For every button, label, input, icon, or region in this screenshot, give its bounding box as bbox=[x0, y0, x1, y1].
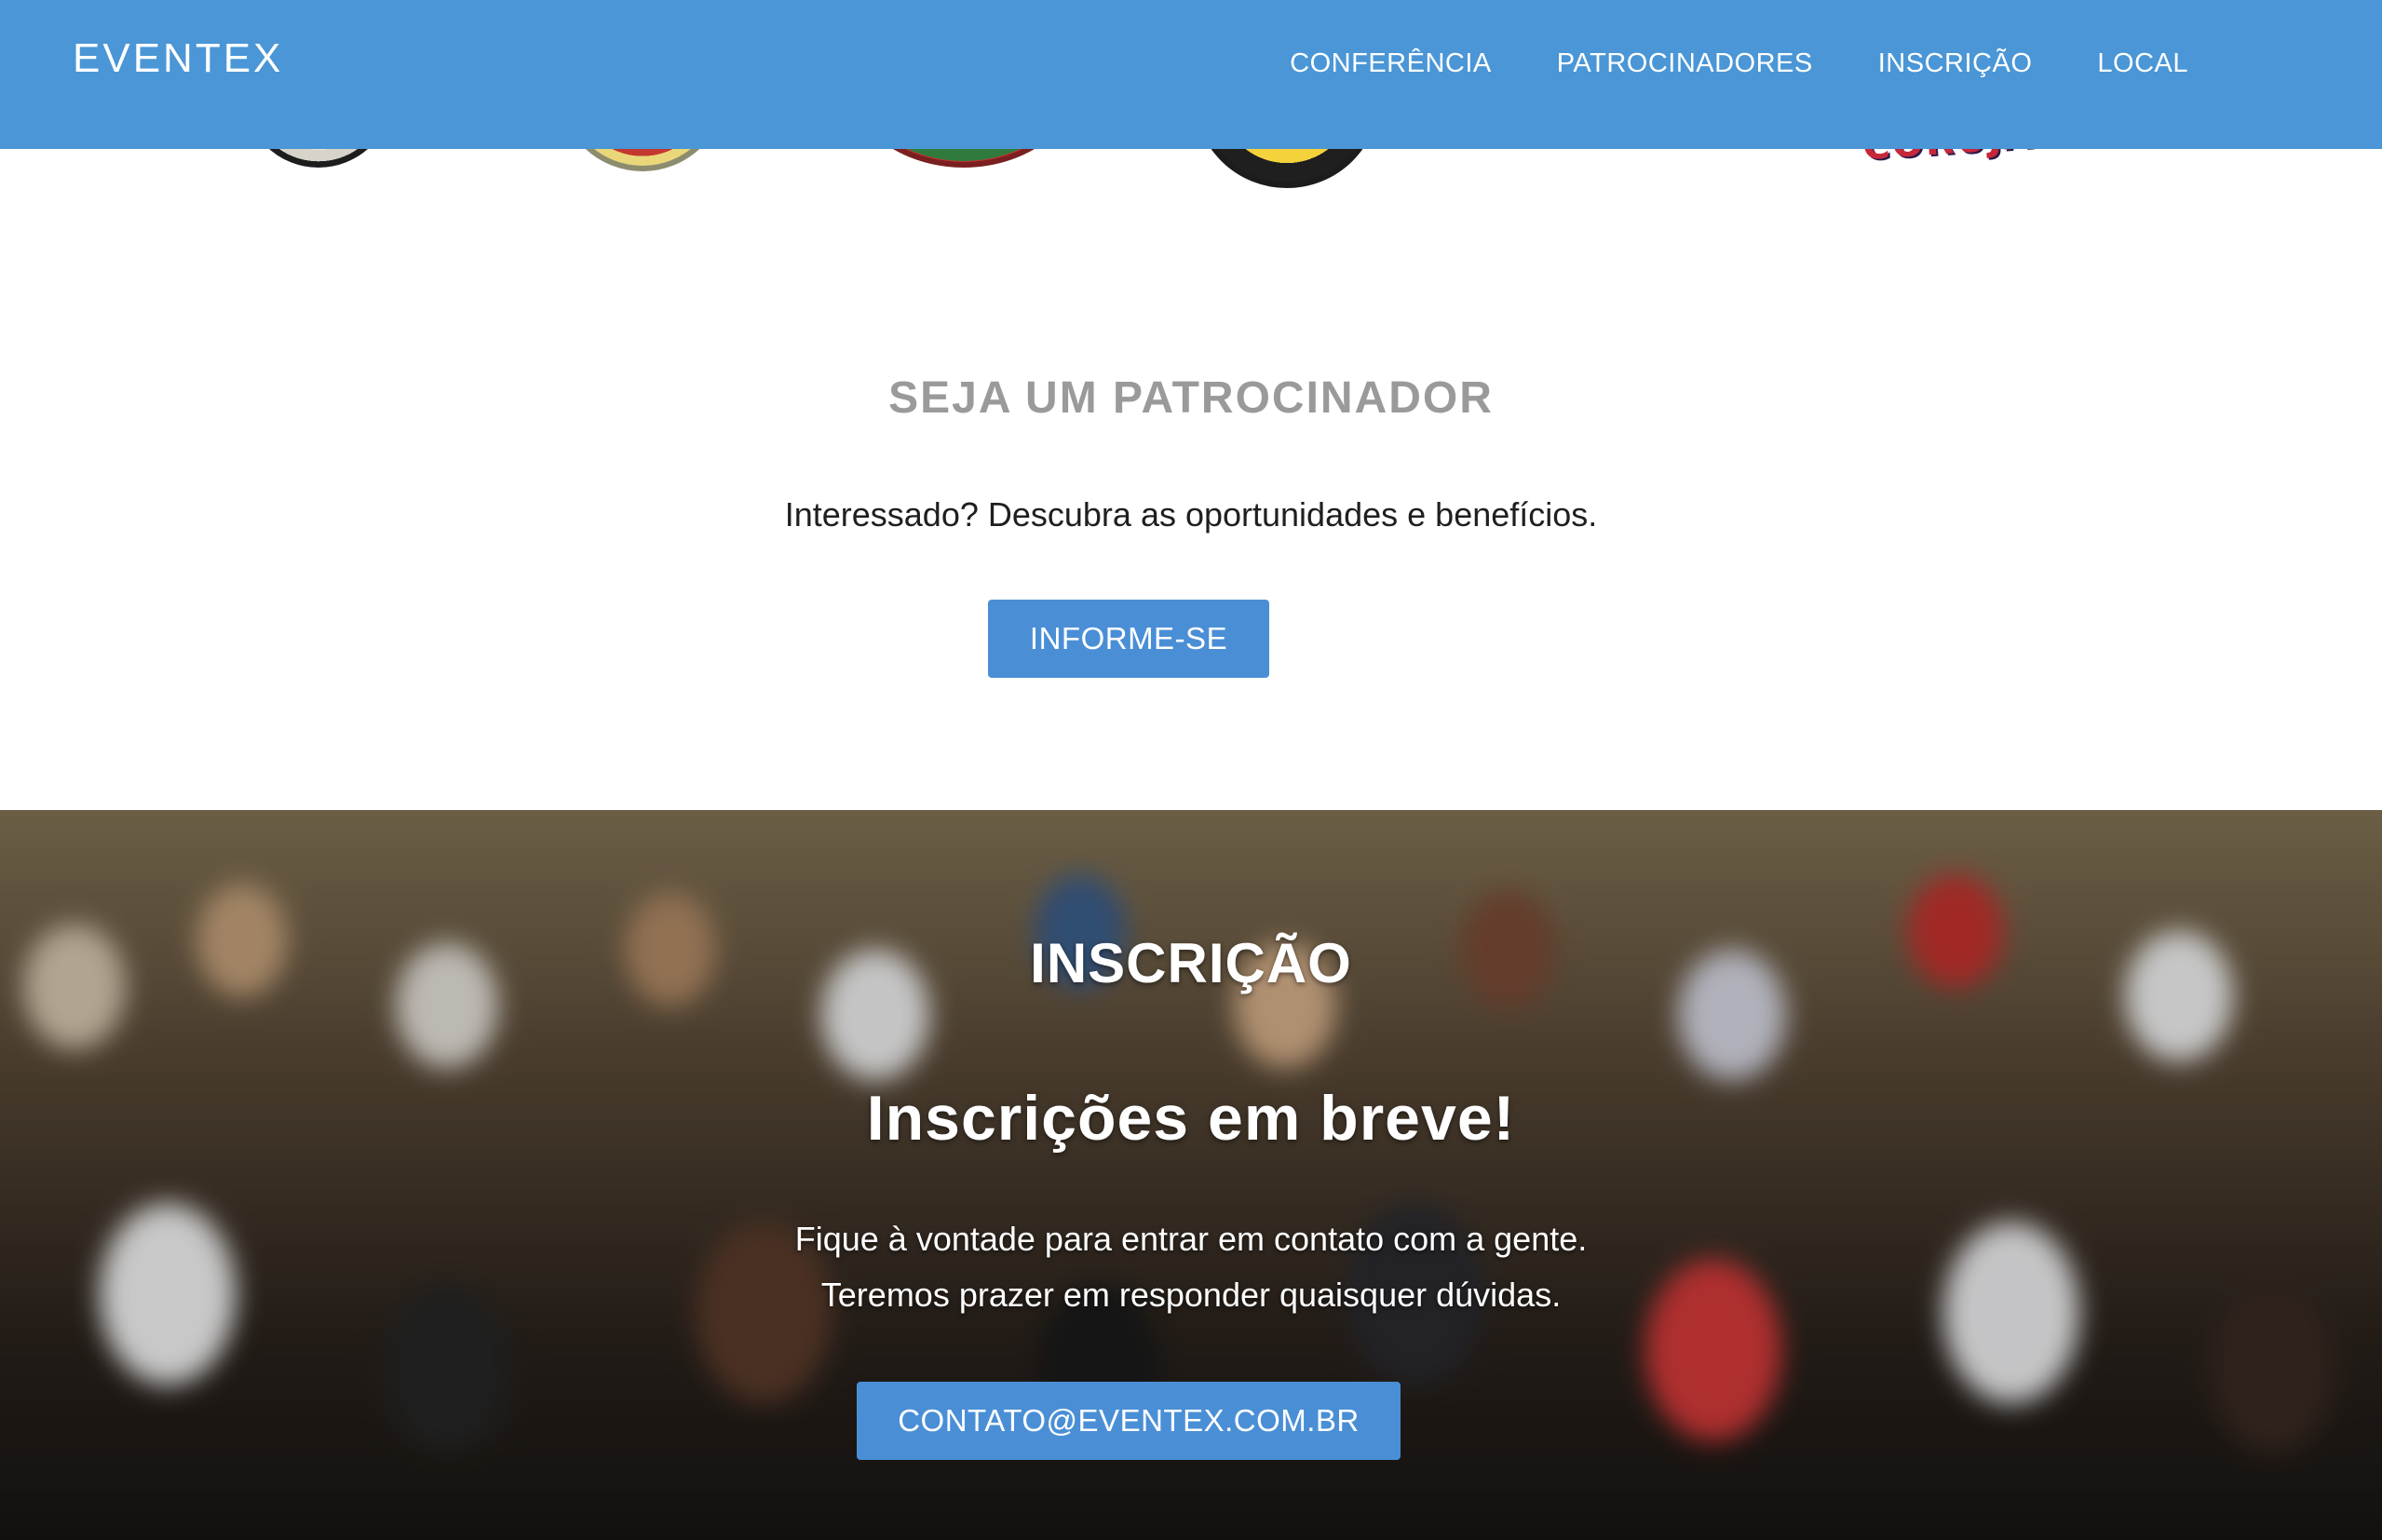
sponsor-description: Interessado? Descubra as oportunidades e… bbox=[784, 495, 1598, 534]
nav-link-local[interactable]: LOCAL bbox=[2097, 48, 2188, 79]
registration-heading: INSCRIÇÃO bbox=[1030, 932, 1352, 994]
nav-link-patrocinadores[interactable]: PATROCINADORES bbox=[1557, 48, 1813, 79]
contact-email-button[interactable]: CONTATO@EVENTEX.COM.BR bbox=[857, 1382, 1401, 1460]
sponsor-heading: SEJA UM PATROCINADOR bbox=[888, 373, 1494, 423]
registration-section: INSCRIÇÃO Inscrições em breve! Fique à v… bbox=[0, 810, 2382, 1540]
nav-link-conferencia[interactable]: CONFERÊNCIA bbox=[1290, 48, 1492, 79]
nav-link-inscricao[interactable]: INSCRIÇÃO bbox=[1878, 48, 2033, 79]
brand-logo[interactable]: EVENTEX bbox=[73, 35, 283, 82]
registration-content: INSCRIÇÃO Inscrições em breve! Fique à v… bbox=[0, 810, 2382, 1540]
registration-text-line-1: Fique à vontade para entrar em contato c… bbox=[794, 1220, 1588, 1258]
registration-text-line-2: Teremos prazer em responder quaisquer dú… bbox=[820, 1276, 1562, 1314]
main-nav: CONFERÊNCIA PATROCINADORES INSCRIÇÃO LOC… bbox=[1290, 48, 2188, 79]
sponsor-section: SEJA UM PATROCINADOR Interessado? Descub… bbox=[0, 196, 2382, 810]
informe-se-button[interactable]: INFORME-SE bbox=[988, 600, 1269, 678]
registration-subheading: Inscrições em breve! bbox=[866, 1083, 1516, 1154]
top-navbar: EVENTEX CONFERÊNCIA PATROCINADORES INSCR… bbox=[0, 0, 2382, 149]
